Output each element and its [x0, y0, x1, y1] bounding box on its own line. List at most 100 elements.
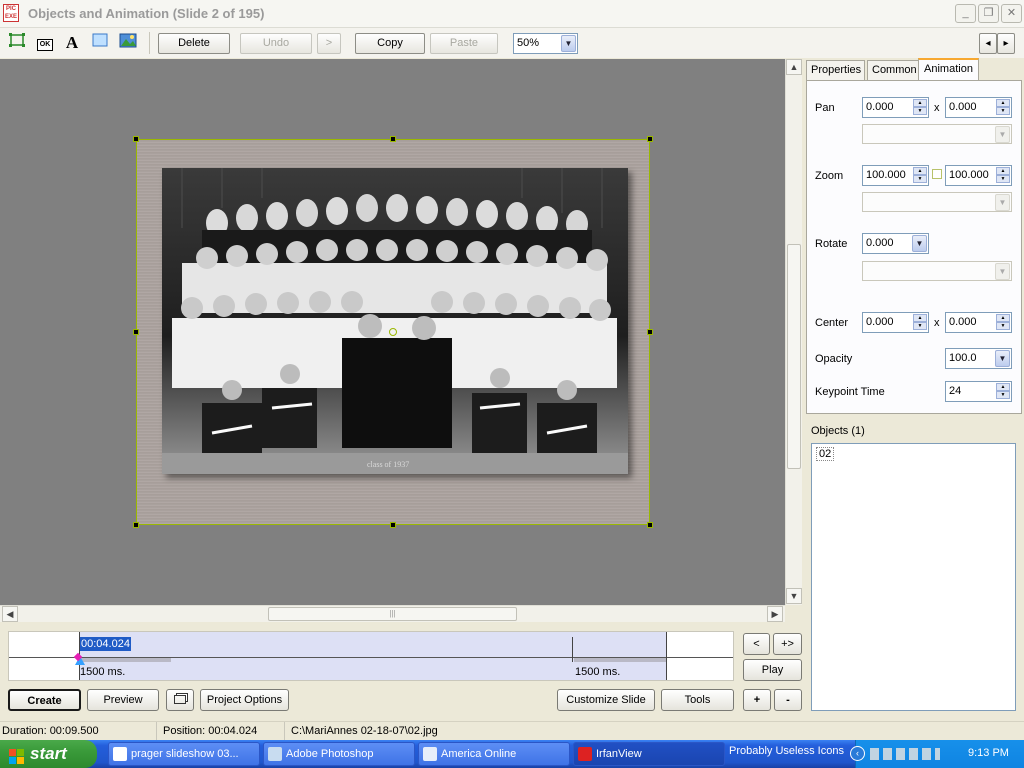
- tools-button[interactable]: Tools: [661, 689, 734, 711]
- next-slide-button[interactable]: ▸: [997, 33, 1015, 54]
- tab-properties[interactable]: Properties: [806, 60, 865, 80]
- center-x-field[interactable]: 0.000 ▲ ▼: [862, 312, 929, 333]
- copy-button[interactable]: Copy: [355, 33, 425, 54]
- resize-handle-ne[interactable]: [647, 136, 653, 142]
- center-y-spinner[interactable]: ▲ ▼: [996, 314, 1010, 331]
- prev-keypoint-button[interactable]: <: [743, 633, 770, 655]
- pan-x-field[interactable]: 0.000 ▲ ▼: [862, 97, 929, 118]
- opacity-label: Opacity: [815, 353, 853, 365]
- add-keypoint-button[interactable]: +>: [773, 633, 802, 655]
- slide-canvas[interactable]: class of 1937: [0, 59, 785, 605]
- horizontal-scroll-thumb[interactable]: |||: [268, 607, 517, 621]
- animation-panel: Pan 0.000 ▲ ▼ x 0.000 ▲ ▼ ▼ Zoom 100.000 ▲…: [806, 80, 1022, 414]
- create-button[interactable]: Create: [8, 689, 81, 711]
- keypoint-time-label: Keypoint Time: [815, 386, 885, 398]
- zoom-link-checkbox[interactable]: [932, 169, 942, 179]
- close-button[interactable]: ✕: [1001, 4, 1022, 23]
- customize-slide-button[interactable]: Customize Slide: [557, 689, 655, 711]
- text-tool-icon[interactable]: A: [61, 33, 83, 53]
- zoom-in-button[interactable]: +: [743, 689, 771, 711]
- prev-slide-button[interactable]: ◂: [979, 33, 997, 54]
- zoom-select[interactable]: 50% ▼: [513, 33, 578, 54]
- chevron-down-icon[interactable]: ▼: [912, 235, 927, 252]
- slide-list-button[interactable]: [166, 689, 194, 711]
- timeline-marker-keypoint: [572, 637, 573, 662]
- scroll-right-icon[interactable]: ▶: [767, 606, 783, 622]
- box-tool-icon[interactable]: [89, 33, 111, 53]
- undo-button[interactable]: Undo: [240, 33, 312, 54]
- tab-common[interactable]: Common: [867, 60, 919, 80]
- keypoint-time-spinner[interactable]: ▲ ▼: [996, 383, 1010, 400]
- file-path-status: C:\MariAnnes 02-18-07\02.jpg: [291, 725, 438, 737]
- list-item[interactable]: 02: [816, 447, 835, 461]
- resize-handle-e[interactable]: [647, 329, 653, 335]
- pan-curve-select[interactable]: ▼: [862, 124, 1012, 144]
- delete-button[interactable]: Delete: [158, 33, 230, 54]
- opacity-field[interactable]: 100.0 ▼: [945, 348, 1012, 369]
- zoom-y-spinner[interactable]: ▲ ▼: [996, 167, 1010, 184]
- center-y-field[interactable]: 0.000 ▲ ▼: [945, 312, 1012, 333]
- objects-list[interactable]: 02: [811, 443, 1016, 711]
- chevron-down-icon[interactable]: ▼: [995, 350, 1010, 367]
- taskbar-item-prager-slideshow[interactable]: prager slideshow 03...: [108, 742, 260, 766]
- clock[interactable]: 9:13 PM: [968, 747, 1009, 759]
- timeline[interactable]: 00:04.024 1500 ms. 1500 ms.: [8, 631, 734, 681]
- zoom-label: Zoom: [815, 170, 844, 182]
- windows-logo-icon: [9, 746, 25, 764]
- vertical-scroll-thumb[interactable]: [787, 244, 801, 469]
- vertical-scrollbar[interactable]: ▲ ▼: [785, 59, 802, 605]
- chevron-down-icon[interactable]: ▼: [995, 263, 1010, 280]
- keypoint-time-field[interactable]: 24 ▲ ▼: [945, 381, 1012, 402]
- pan-label: Pan: [815, 102, 835, 114]
- restore-button[interactable]: ❐: [978, 4, 999, 23]
- rectangle-select-icon[interactable]: [6, 33, 28, 53]
- image-tool-icon[interactable]: [117, 33, 139, 53]
- taskbar-item-useless-icons[interactable]: Probably Useless Icons: [729, 745, 844, 757]
- minimize-button[interactable]: _: [955, 4, 976, 23]
- button-tool-icon[interactable]: OK: [34, 33, 56, 53]
- pan-y-spinner[interactable]: ▲ ▼: [996, 99, 1010, 116]
- zoom-out-button[interactable]: -: [774, 689, 802, 711]
- preview-button[interactable]: Preview: [87, 689, 159, 711]
- resize-handle-se[interactable]: [647, 522, 653, 528]
- tray-icons[interactable]: [870, 748, 940, 760]
- chevron-down-icon[interactable]: ▼: [995, 126, 1010, 143]
- scroll-down-icon[interactable]: ▼: [786, 588, 802, 604]
- resize-handle-n[interactable]: [390, 136, 396, 142]
- chevron-left-icon[interactable]: ‹: [850, 746, 865, 761]
- project-options-button[interactable]: Project Options: [200, 689, 289, 711]
- scroll-left-icon[interactable]: ◀: [2, 606, 18, 622]
- chevron-down-icon[interactable]: ▼: [561, 35, 576, 52]
- zoom-x-field[interactable]: 100.000 ▲ ▼: [862, 165, 929, 186]
- resize-handle-sw[interactable]: [133, 522, 139, 528]
- taskbar-item-photoshop[interactable]: Adobe Photoshop: [263, 742, 415, 766]
- zoom-curve-select[interactable]: ▼: [862, 192, 1012, 212]
- play-button[interactable]: Play: [743, 659, 802, 681]
- resize-handle-s[interactable]: [390, 522, 396, 528]
- center-point-handle[interactable]: [389, 328, 397, 336]
- redo-button[interactable]: >: [317, 33, 341, 54]
- pan-x-separator: x: [934, 102, 940, 114]
- duration-status: Duration: 00:09.500: [2, 725, 99, 737]
- tab-animation[interactable]: Animation: [918, 58, 979, 81]
- pan-y-field[interactable]: 0.000 ▲ ▼: [945, 97, 1012, 118]
- paste-button[interactable]: Paste: [430, 33, 498, 54]
- photo-caption: class of 1937: [367, 460, 409, 469]
- resize-handle-nw[interactable]: [133, 136, 139, 142]
- resize-handle-w[interactable]: [133, 329, 139, 335]
- rotate-field[interactable]: 0.000 ▼: [862, 233, 929, 254]
- scroll-up-icon[interactable]: ▲: [786, 59, 802, 75]
- taskbar-item-aol[interactable]: America Online: [418, 742, 570, 766]
- horizontal-scrollbar[interactable]: ◀ ||| ▶: [0, 605, 785, 622]
- chevron-down-icon[interactable]: ▼: [995, 194, 1010, 211]
- pan-x-spinner[interactable]: ▲ ▼: [913, 99, 927, 116]
- start-button[interactable]: start: [0, 740, 97, 768]
- aol-icon: [423, 747, 437, 761]
- transition-bar-left: [81, 658, 171, 662]
- title-bar: PIC EXE Objects and Animation (Slide 2 of…: [0, 0, 1024, 28]
- center-x-spinner[interactable]: ▲ ▼: [913, 314, 927, 331]
- rotate-curve-select[interactable]: ▼: [862, 261, 1012, 281]
- zoom-x-spinner[interactable]: ▲ ▼: [913, 167, 927, 184]
- zoom-y-field[interactable]: 100.000 ▲ ▼: [945, 165, 1012, 186]
- taskbar-item-irfanview[interactable]: IrfanView: [573, 742, 725, 766]
